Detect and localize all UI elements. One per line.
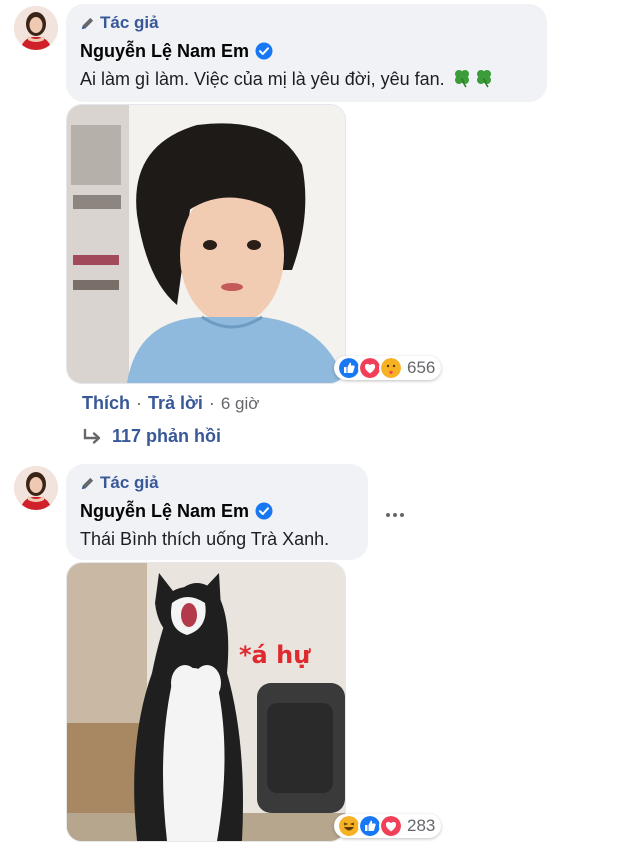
more-options-button[interactable] bbox=[380, 505, 410, 525]
comment-photo[interactable] bbox=[66, 104, 346, 384]
reaction-summary[interactable]: 283 bbox=[334, 814, 442, 838]
verified-badge-icon bbox=[255, 502, 273, 520]
more-dot bbox=[400, 513, 404, 517]
four-leaf-clover-icon bbox=[454, 70, 469, 88]
reaction-count: 656 bbox=[407, 358, 436, 377]
more-dot bbox=[386, 513, 390, 517]
image-caption: *á hự bbox=[239, 641, 311, 669]
reaction-summary[interactable]: 656 bbox=[334, 356, 442, 380]
comment-text: Thái Bình thích uống Trà Xanh. bbox=[80, 529, 330, 549]
pencil-icon bbox=[81, 477, 94, 489]
comment-text-body: Ai làm gì làm. Việc của mị là yêu đời, y… bbox=[80, 69, 445, 89]
comment-photo[interactable]: *á hự bbox=[66, 562, 346, 842]
separator-dot: · bbox=[208, 393, 215, 413]
replies-count-label: 117 phản hồi bbox=[112, 426, 222, 446]
separator-dot: · bbox=[136, 393, 142, 413]
like-button[interactable]: Thích bbox=[82, 393, 130, 414]
care-icon bbox=[379, 356, 403, 380]
comment-actions: Thích · Trả lời · 6 giờ bbox=[82, 393, 259, 414]
author-badge[interactable]: Tác giả bbox=[80, 472, 354, 494]
author-badge-label: Tác giả bbox=[100, 13, 159, 32]
author-name[interactable]: Nguyễn Lệ Nam Em bbox=[80, 41, 249, 62]
author-badge-label: Tác giả bbox=[100, 473, 159, 492]
avatar[interactable] bbox=[14, 6, 58, 50]
verified-badge-icon bbox=[255, 42, 273, 60]
comment-text: Ai làm gì làm. Việc của mị là yêu đời, y… bbox=[80, 68, 533, 90]
comment-bubble: Tác giả Nguyễn Lệ Nam Em Thái Bình thích… bbox=[66, 464, 368, 560]
more-dot bbox=[393, 513, 397, 517]
love-icon bbox=[379, 814, 403, 838]
comment-timestamp[interactable]: 6 giờ bbox=[221, 394, 260, 414]
reply-arrow-icon bbox=[83, 428, 101, 444]
reply-button[interactable]: Trả lời bbox=[148, 393, 203, 414]
comment-bubble: Tác giả Nguyễn Lệ Nam Em Ai làm gì làm. … bbox=[66, 4, 547, 102]
author-badge[interactable]: Tác giả bbox=[80, 12, 533, 34]
pencil-icon bbox=[81, 17, 94, 29]
four-leaf-clover-icon bbox=[476, 70, 491, 88]
view-replies-link[interactable]: 117 phản hồi bbox=[82, 426, 221, 447]
reaction-count: 283 bbox=[407, 816, 436, 835]
avatar[interactable] bbox=[14, 466, 58, 510]
author-name[interactable]: Nguyễn Lệ Nam Em bbox=[80, 501, 249, 522]
